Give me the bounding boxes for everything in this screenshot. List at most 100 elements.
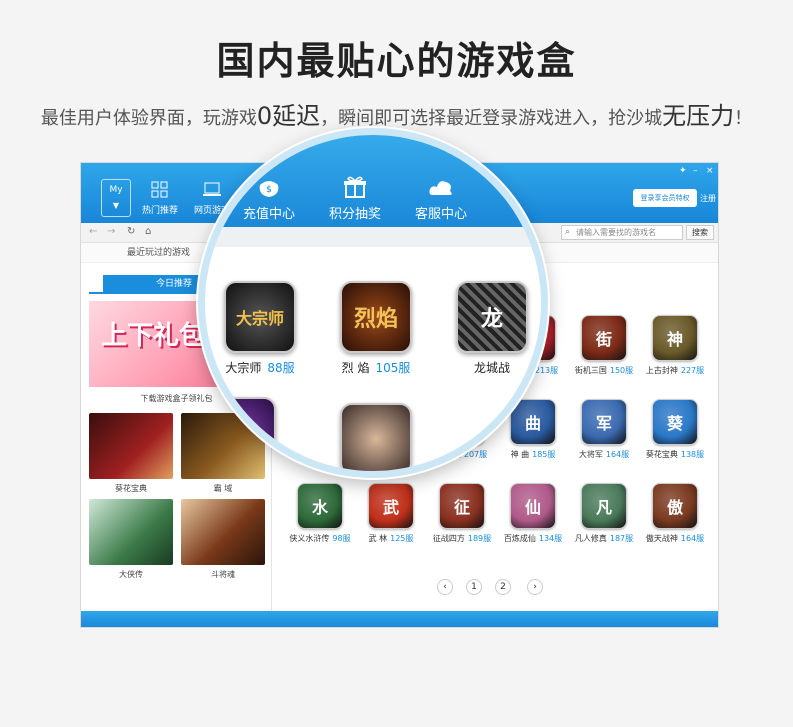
server-count: 207服 <box>463 450 488 459</box>
subtitle-part-a: 最佳用户体验界面，玩游戏 <box>40 108 257 129</box>
grid-game-item[interactable]: 武武 林 125服 <box>356 483 426 544</box>
game-name: 凡人修真 <box>574 534 607 543</box>
game-icon: 凡 <box>581 483 627 529</box>
lens-subbar <box>205 227 541 247</box>
server-count: 164服 <box>605 450 630 459</box>
game-name: 烈 焰 <box>341 361 370 375</box>
page-2-button[interactable]: 2 <box>495 579 511 595</box>
server-count: 189服 <box>467 534 492 543</box>
server-count: 150服 <box>609 366 634 375</box>
back-icon[interactable]: ← <box>89 226 97 237</box>
lens-topbar: $ 充值中心 积分抽奖 客服中心 <box>205 135 541 227</box>
nav-hot-recommend[interactable]: 热门推荐 <box>135 181 185 216</box>
svg-text:$: $ <box>266 185 272 195</box>
game-caption: 葵花宝典 138服 <box>640 449 710 460</box>
game-glyph: 仙 <box>524 498 541 517</box>
chevron-down-icon: ▼ <box>112 201 120 210</box>
game-icon <box>205 397 276 469</box>
lens-game-lieyan[interactable]: 烈焰 烈 焰 105服 <box>321 281 431 376</box>
game-icon: 烈焰 <box>340 281 412 353</box>
nav-recharge-center[interactable]: $ 充值中心 <box>229 175 309 222</box>
search-icon: ⌕ <box>565 227 571 237</box>
money-bag-icon: $ <box>259 181 279 197</box>
nav-label: 积分抽奖 <box>328 207 381 222</box>
game-caption: 傲天战神 164服 <box>640 533 710 544</box>
game-caption: 街机三国 150服 <box>569 365 639 376</box>
nav-points-lottery[interactable]: 积分抽奖 <box>315 175 395 222</box>
game-caption: 上古封神 227服 <box>640 365 710 376</box>
game-icon: 傲 <box>652 483 698 529</box>
game-thumb-doujiang[interactable] <box>181 499 265 565</box>
subtitle-emphasis-a: 0延迟 <box>256 102 321 130</box>
magnifier-lens: $ 充值中心 积分抽奖 客服中心 大宗师 大宗师 88服 烈焰 烈 焰 105服 龙… <box>198 128 548 478</box>
forward-icon[interactable]: → <box>107 226 115 237</box>
lens-game-dazongshi[interactable]: 大宗师 大宗师 88服 <box>205 281 315 376</box>
hero-title: 国内最贴心的游戏盒 <box>216 39 577 83</box>
chevron-right-icon[interactable]: › <box>527 579 543 595</box>
gift-icon <box>344 176 366 198</box>
game-name: 龙城战 <box>473 361 510 375</box>
game-caption: 大将军 164服 <box>569 449 639 460</box>
game-name: 征战四方 <box>432 534 465 543</box>
server-count: 187服 <box>609 534 634 543</box>
grid-game-item[interactable]: 征征战四方 189服 <box>427 483 497 544</box>
game-icon: 水 <box>297 483 343 529</box>
game-icon: 征 <box>439 483 485 529</box>
server-count: 125服 <box>390 534 414 543</box>
promo-text: 上下礼包 <box>101 321 206 351</box>
grid-game-item[interactable]: 军大将军 164服 <box>569 399 639 460</box>
settings-icon[interactable]: ✦ <box>679 166 687 176</box>
page-1-button[interactable]: 1 <box>466 579 482 595</box>
game-icon <box>340 403 412 471</box>
game-caption: 霸 域 <box>213 484 233 493</box>
game-thumb-daxia[interactable] <box>89 499 173 565</box>
game-name: 傲天战神 <box>645 534 678 543</box>
lens-game-longcheng[interactable]: 龙 龙城战 <box>437 281 541 376</box>
close-icon[interactable]: × <box>706 166 714 176</box>
game-name: 大宗师 <box>225 361 262 375</box>
server-count: 88服 <box>267 361 295 375</box>
server-count: 227服 <box>680 366 705 375</box>
server-count: 98服 <box>332 534 351 543</box>
game-icon: 街 <box>581 315 627 361</box>
grid-game-item[interactable]: 水侠义水浒传 98服 <box>285 483 355 544</box>
search-button[interactable]: 搜索 <box>686 225 714 240</box>
game-caption: 侠义水浒传 98服 <box>285 533 355 544</box>
search-input[interactable]: ⌕ 请输入需要找的游戏名 <box>561 225 683 240</box>
lens-game-partial[interactable] <box>205 397 295 469</box>
grid-game-item[interactable]: 葵葵花宝典 138服 <box>640 399 710 460</box>
home-icon[interactable]: ⌂ <box>145 226 151 237</box>
game-icon: 龙 <box>456 281 528 353</box>
game-glyph: 军 <box>595 414 612 433</box>
grid-game-item[interactable]: 傲傲天战神 164服 <box>640 483 710 544</box>
subtitle-part-c: ，瞬间即可选择最近登录游戏进入，抢沙城 <box>320 108 663 129</box>
grid-game-item[interactable]: 凡凡人修真 187服 <box>569 483 639 544</box>
grid-game-item[interactable]: 街街机三国 150服 <box>569 315 639 376</box>
game-name: 侠义水浒传 <box>289 534 330 543</box>
game-thumb-kuihua[interactable] <box>89 413 173 479</box>
login-button[interactable]: 登录享会员特权 <box>633 189 697 207</box>
game-glyph: 曲 <box>524 414 541 433</box>
chevron-left-icon[interactable]: ‹ <box>437 579 453 595</box>
minimize-icon[interactable]: – <box>693 166 698 176</box>
server-count: 138服 <box>680 450 705 459</box>
nav-service-center[interactable]: 客服中心 <box>401 175 481 222</box>
game-glyph: 傲 <box>666 498 683 517</box>
server-count: 134服 <box>538 534 563 543</box>
lens-game-shenjiang[interactable] <box>321 403 431 471</box>
search-placeholder: 请输入需要找的游戏名 <box>576 228 656 237</box>
game-glyph: 武 <box>382 498 399 517</box>
server-count: 105服 <box>375 361 411 375</box>
my-label: My <box>109 185 123 195</box>
game-glyph: 征 <box>453 498 470 517</box>
register-link[interactable]: 注册 <box>700 193 716 204</box>
refresh-icon[interactable]: ↻ <box>127 226 135 237</box>
my-button[interactable]: My ▼ <box>101 179 131 217</box>
game-name: 百炼成仙 <box>503 534 536 543</box>
subtitle-part-e: ！ <box>734 108 753 129</box>
game-caption: 葵花宝典 <box>115 484 147 493</box>
grid-game-item[interactable]: 神上古封神 227服 <box>640 315 710 376</box>
game-caption: 百炼成仙 134服 <box>498 533 568 544</box>
grid-game-item[interactable]: 仙百炼成仙 134服 <box>498 483 568 544</box>
game-glyph: 烈焰 <box>353 307 398 332</box>
